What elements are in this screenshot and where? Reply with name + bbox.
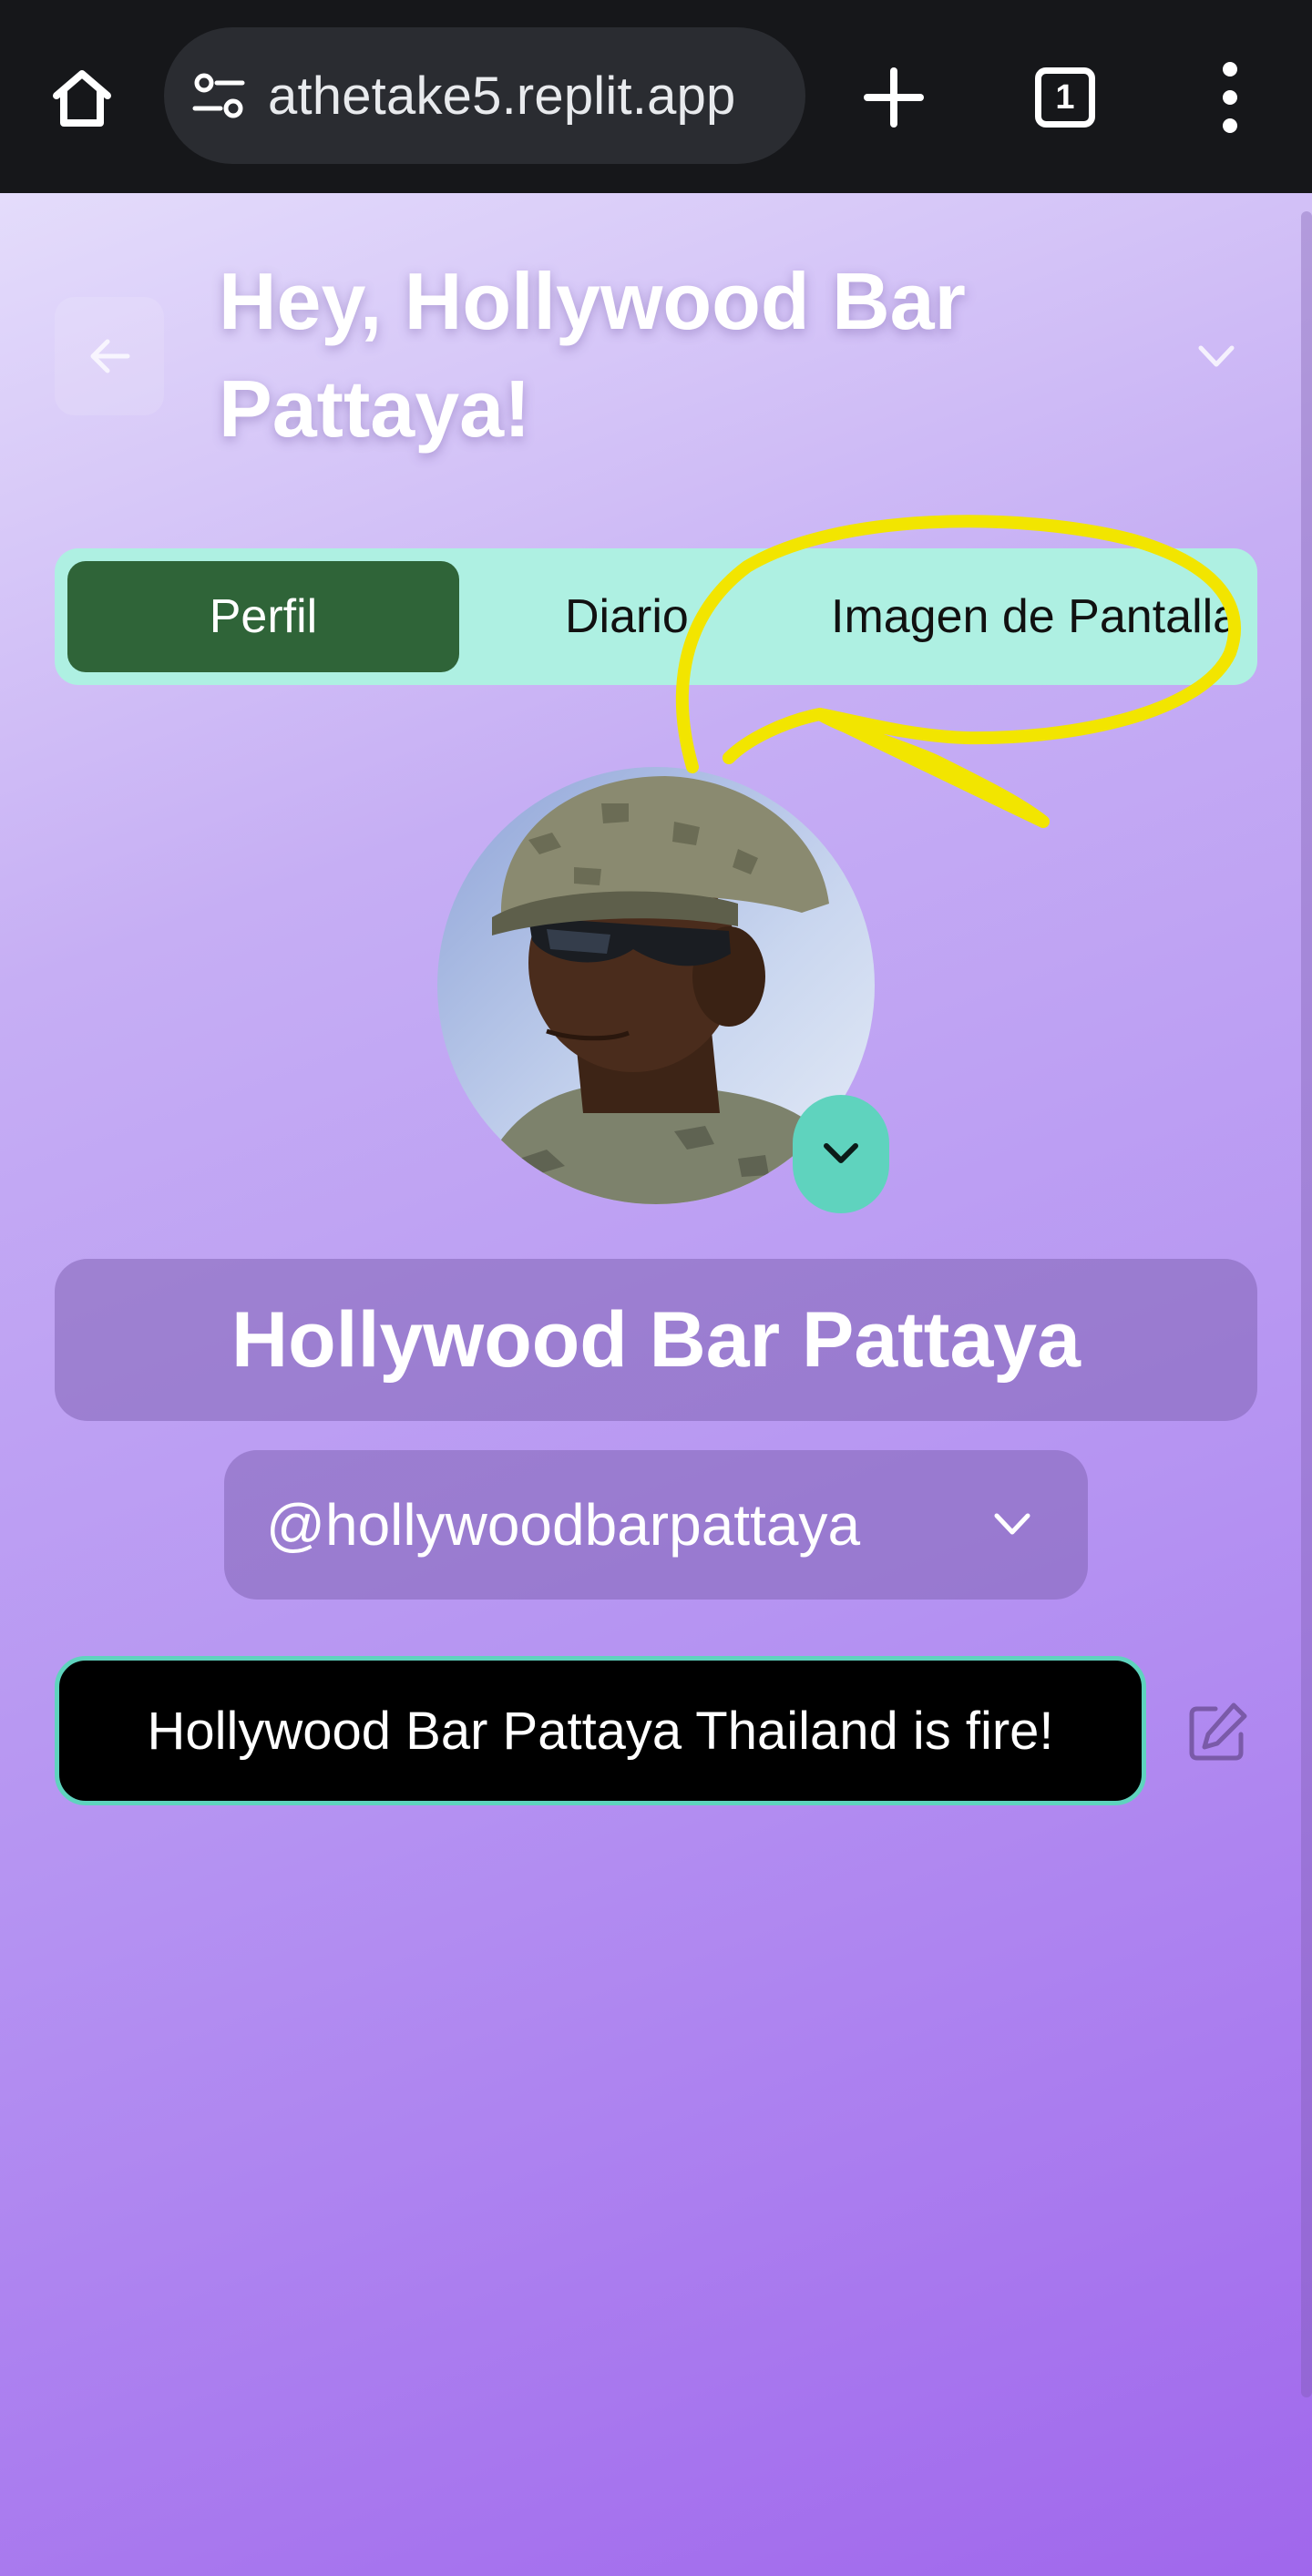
site-settings-icon[interactable] xyxy=(191,68,246,123)
handle-text: @hollywoodbarpattaya xyxy=(266,1492,861,1558)
arrow-left-icon xyxy=(90,339,130,373)
scrollbar[interactable] xyxy=(1301,211,1312,2397)
profile-page: Hey, Hollywood Bar Pattaya! Perfil Diari… xyxy=(0,193,1312,2576)
tab-perfil[interactable]: Perfil xyxy=(67,561,459,672)
tab-count: 1 xyxy=(1055,77,1075,117)
display-name: Hollywood Bar Pattaya xyxy=(55,1259,1257,1421)
tab-diario[interactable]: Diario xyxy=(565,561,784,672)
tab-imagen-de-pantalla[interactable]: Imagen de Pantalla xyxy=(831,561,1257,672)
tab-switcher-icon[interactable]: 1 xyxy=(1035,67,1095,128)
handle-selector[interactable]: @hollywoodbarpattaya xyxy=(224,1450,1088,1600)
url-text: athetake5.replit.app xyxy=(268,66,736,126)
status-message: Hollywood Bar Pattaya Thailand is fire! xyxy=(55,1656,1146,1805)
chevron-down-icon[interactable] xyxy=(1194,339,1239,375)
chevron-down-icon xyxy=(994,1513,1030,1535)
page-title: Hey, Hollywood Bar Pattaya! xyxy=(219,256,966,454)
avatar-options-button[interactable] xyxy=(793,1095,889,1213)
edit-icon[interactable] xyxy=(1184,1700,1250,1765)
address-bar[interactable]: athetake5.replit.app xyxy=(164,27,805,164)
chevron-down-icon xyxy=(824,1143,858,1163)
display-name-text: Hollywood Bar Pattaya xyxy=(231,1295,1081,1384)
browser-toolbar: athetake5.replit.app 1 xyxy=(0,0,1312,193)
back-button[interactable] xyxy=(55,297,164,415)
tab-bar: Perfil Diario Imagen de Pantalla xyxy=(55,548,1257,685)
status-text: Hollywood Bar Pattaya Thailand is fire! xyxy=(147,1701,1054,1761)
home-icon[interactable] xyxy=(46,64,118,133)
more-menu-icon[interactable] xyxy=(1212,60,1248,135)
new-tab-icon[interactable] xyxy=(864,67,924,128)
